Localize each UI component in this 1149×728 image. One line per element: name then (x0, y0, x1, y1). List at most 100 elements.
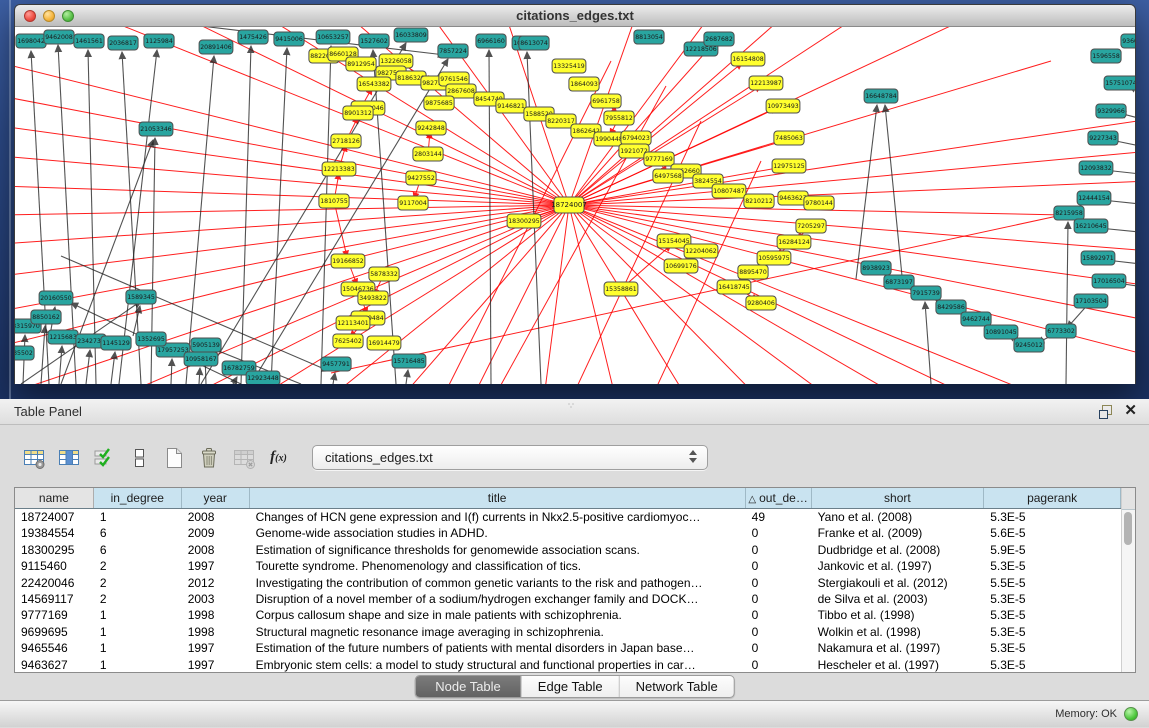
table-row[interactable]: 911546021997Tourette syndrome. Phenomeno… (15, 558, 1121, 574)
node-6961758[interactable]: 6961758 (591, 94, 621, 108)
node-12444154[interactable]: 12444154 (1077, 191, 1111, 205)
node-21053346[interactable]: 21053346 (139, 122, 173, 136)
select-rows-icon[interactable] (90, 444, 117, 471)
delete-table-icon[interactable] (230, 444, 257, 471)
node-7625402[interactable]: 7625402 (333, 334, 363, 348)
column-header-pagerank[interactable]: pagerank (984, 488, 1121, 508)
table-row[interactable]: 946554611997Estimation of the future num… (15, 640, 1121, 656)
node-9875685[interactable]: 9875685 (424, 96, 454, 110)
node-8813054[interactable]: 8813054 (634, 30, 664, 44)
node-1125984[interactable]: 1125984 (144, 34, 174, 48)
node-5878332[interactable]: 5878332 (369, 267, 399, 281)
node-16418745[interactable]: 16418745 (717, 280, 751, 294)
node-6873197[interactable]: 6873197 (884, 275, 914, 289)
node-7915739[interactable]: 7915739 (911, 286, 941, 300)
node-1596558[interactable]: 1596558 (1091, 49, 1121, 63)
tab-node-table[interactable]: Node Table (415, 676, 521, 697)
node-2718126[interactable]: 2718126 (331, 134, 361, 148)
scrollbar-thumb[interactable] (1124, 512, 1132, 545)
node-1527602[interactable]: 1527602 (359, 34, 389, 48)
node-2687682[interactable]: 2687682 (704, 32, 734, 46)
node-2803144[interactable]: 2803144 (413, 147, 443, 161)
node-16154808[interactable]: 16154808 (731, 52, 765, 66)
node-9462008[interactable]: 9462008 (44, 30, 74, 44)
node-8912954[interactable]: 8912954 (346, 57, 376, 71)
node-20160550[interactable]: 20160550 (39, 291, 73, 305)
node-16648784[interactable]: 16648784 (864, 89, 898, 103)
vertical-scrollbar[interactable] (1121, 488, 1135, 672)
node-9280406[interactable]: 9280406 (746, 296, 776, 310)
node-12093832[interactable]: 12093832 (1079, 161, 1113, 175)
node-10653257[interactable]: 10653257 (316, 30, 350, 44)
node-20891406[interactable]: 20891406 (199, 40, 233, 54)
delete-icon[interactable] (195, 444, 222, 471)
node-9242848[interactable]: 9242848 (416, 121, 446, 135)
column-header-out_de[interactable]: △out_de… (746, 488, 812, 508)
node-16210645[interactable]: 16210645 (1074, 219, 1108, 233)
node-8901312[interactable]: 8901312 (343, 106, 373, 120)
node-10973493[interactable]: 10973493 (766, 99, 800, 113)
node-15716485[interactable]: 15716485 (392, 354, 426, 368)
new-column-icon[interactable] (160, 444, 187, 471)
node-9245012[interactable]: 9245012 (1014, 338, 1044, 352)
node-1145129[interactable]: 1145129 (101, 336, 131, 350)
node-10699176[interactable]: 10699176 (664, 259, 698, 273)
node-8895470[interactable]: 8895470 (738, 265, 768, 279)
node-1810755[interactable]: 1810755 (319, 194, 349, 208)
node-12113401[interactable]: 12113401 (336, 316, 370, 330)
node-17016504[interactable]: 17016504 (1092, 274, 1126, 288)
node-1864093[interactable]: 1864093 (569, 77, 599, 91)
node-7857224[interactable]: 7857224 (438, 44, 468, 58)
float-panel-icon[interactable] (1099, 405, 1112, 418)
node-10595975[interactable]: 10595975 (757, 251, 791, 265)
table-row[interactable]: 1938455462009Genome-wide association stu… (15, 525, 1121, 541)
node-16543382[interactable]: 16543382 (357, 77, 391, 91)
table-row[interactable]: 1830029562008Estimation of significance … (15, 542, 1121, 558)
node-7955812[interactable]: 7955812 (604, 111, 634, 125)
node-1215683[interactable]: 1215683 (48, 330, 78, 344)
node-18300295[interactable]: 18300295 (507, 214, 541, 228)
node-9780144[interactable]: 9780144 (804, 196, 834, 210)
node-1475426[interactable]: 1475426 (238, 30, 268, 44)
table-row[interactable]: 2242004622012Investigating the contribut… (15, 575, 1121, 591)
node-10891045[interactable]: 10891045 (984, 325, 1018, 339)
column-header-in_degree[interactable]: in_degree (94, 488, 182, 508)
table-row[interactable]: 977716911998Corpus callosum shape and si… (15, 607, 1121, 623)
node-1461561[interactable]: 1461561 (74, 34, 104, 48)
node-2036817[interactable]: 2036817 (108, 36, 138, 50)
node-7205297[interactable]: 7205297 (796, 219, 826, 233)
node-15892971[interactable]: 15892971 (1081, 251, 1115, 265)
node-10807487[interactable]: 10807487 (712, 184, 746, 198)
node-9227343[interactable]: 9227343 (1088, 131, 1118, 145)
node-1698042[interactable]: 1698042 (16, 34, 46, 48)
table-row[interactable]: 1872400712008Changes of HCN gene express… (15, 509, 1121, 525)
node-8215958[interactable]: 8215958 (1054, 206, 1084, 220)
node-5905139[interactable]: 5905139 (191, 338, 221, 352)
node-9427552[interactable]: 9427552 (406, 171, 436, 185)
window-titlebar[interactable]: citations_edges.txt (15, 5, 1135, 27)
node-16284124[interactable]: 16284124 (777, 235, 811, 249)
node-9462744[interactable]: 9462744 (961, 312, 991, 326)
node-16033809[interactable]: 16033809 (394, 28, 428, 42)
node-6497568[interactable]: 6497568 (653, 169, 683, 183)
node-8850162[interactable]: 8850162 (31, 310, 61, 324)
column-header-year[interactable]: year (182, 488, 250, 508)
show-column-icon[interactable] (55, 444, 82, 471)
node-9146821[interactable]: 9146821 (496, 99, 526, 113)
node-12213987[interactable]: 12213987 (749, 76, 783, 90)
column-header-title[interactable]: title (250, 488, 746, 508)
node-8938923[interactable]: 8938923 (861, 261, 891, 275)
table-row[interactable]: 1456911722003Disruption of a novel membe… (15, 591, 1121, 607)
node-19166852[interactable]: 19166852 (331, 254, 365, 268)
node-12204062[interactable]: 12204062 (684, 244, 718, 258)
table-selector-dropdown[interactable]: citations_edges.txt (312, 445, 708, 470)
node-16914479[interactable]: 16914479 (367, 336, 401, 350)
tab-network-table[interactable]: Network Table (619, 676, 734, 697)
node-9360582[interactable]: 9360582 (1121, 34, 1135, 48)
table-row[interactable]: 946362711997Embryonic stem cells: a mode… (15, 657, 1121, 672)
tab-edge-table[interactable]: Edge Table (521, 676, 619, 697)
node-15358861[interactable]: 15358861 (604, 282, 638, 296)
node-1990448[interactable]: 1990448 (594, 132, 624, 146)
node-9457791[interactable]: 9457791 (321, 357, 351, 371)
close-panel-icon[interactable]: ✕ (1124, 404, 1137, 418)
